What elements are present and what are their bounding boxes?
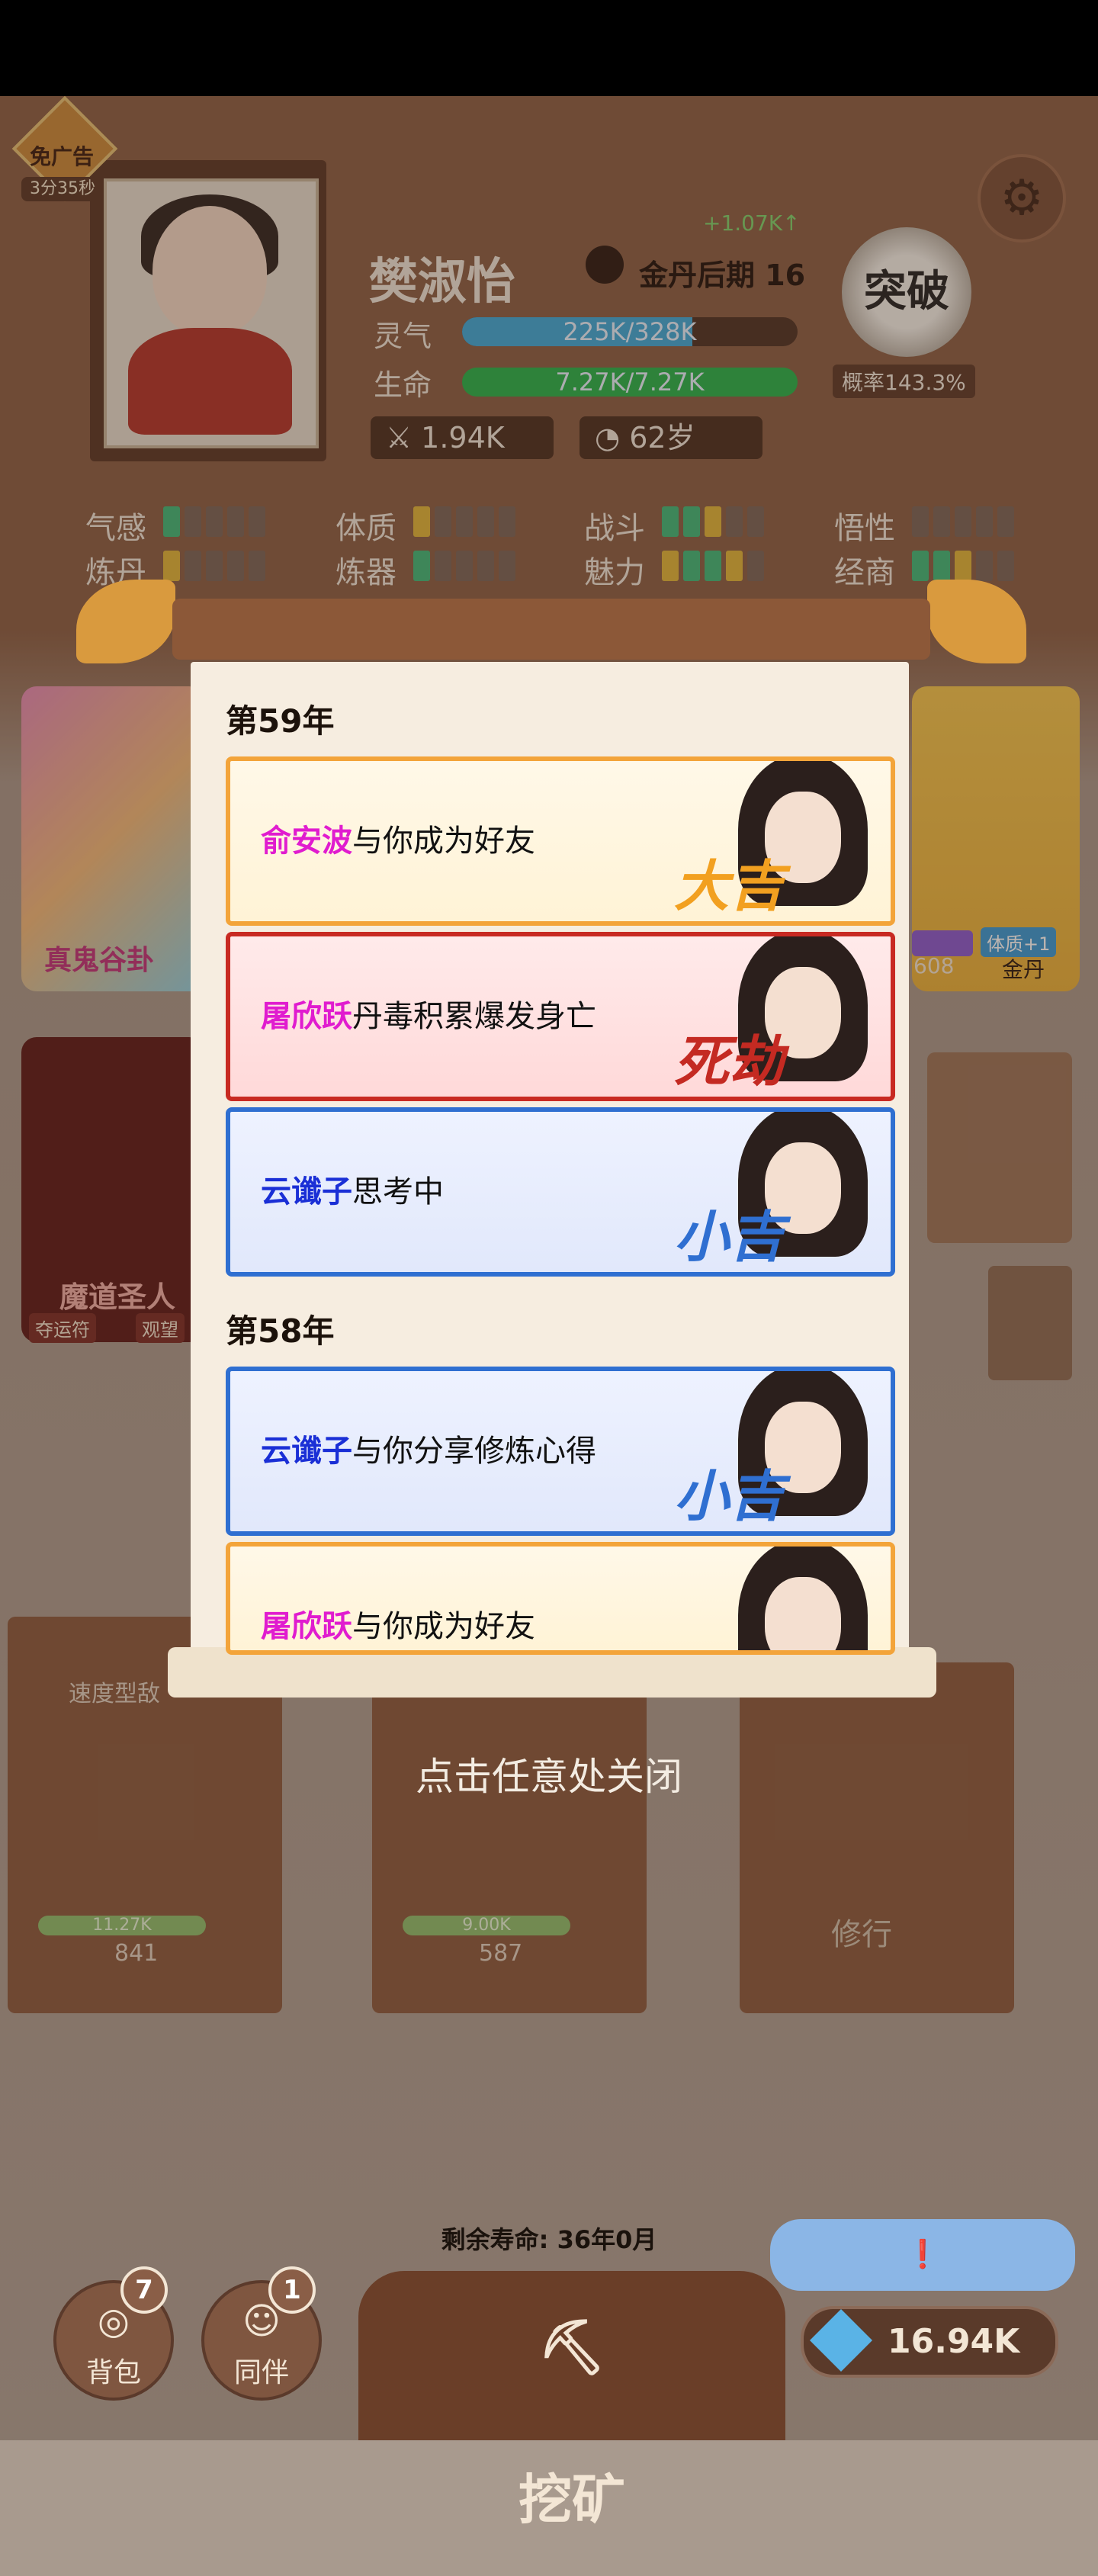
event-description: 与你成为好友 — [352, 824, 535, 859]
event-text: 云谶子与你分享修炼心得 — [261, 1371, 596, 1531]
event-card[interactable]: 云谶子思考中小吉 — [226, 1107, 895, 1277]
gem-currency[interactable]: 16.94K — [801, 2306, 1058, 2378]
close-hint[interactable]: 点击任意处关闭 — [0, 1746, 1098, 1801]
scroll-rod-top — [172, 599, 930, 660]
secret-realm-button[interactable]: ❗奇缘秘境 — [770, 2219, 1075, 2342]
event-description: 丹毒积累爆发身亡 — [352, 999, 596, 1034]
mine-label: 挖矿 — [518, 2468, 625, 2531]
event-card[interactable]: 屠欣跃丹毒积累爆发身亡死劫 — [226, 932, 895, 1101]
event-card[interactable]: 云谶子与你分享修炼心得小吉 — [226, 1367, 895, 1536]
gem-icon — [809, 2308, 873, 2372]
event-description: 与你分享修炼心得 — [352, 1434, 596, 1469]
year-heading: 第58年 — [226, 1312, 335, 1350]
event-card[interactable]: 屠欣跃与你成为好友 — [226, 1542, 895, 1655]
event-text: 屠欣跃与你成为好友 — [261, 1547, 535, 1650]
event-person-name[interactable]: 屠欣跃 — [261, 999, 352, 1034]
event-card[interactable]: 俞安波与你成为好友大吉 — [226, 756, 895, 926]
fortune-stamp: 大吉 — [673, 854, 784, 918]
event-text: 云谶子思考中 — [261, 1112, 444, 1272]
fortune-stamp: 小吉 — [673, 1205, 784, 1269]
fortune-stamp: 死劫 — [673, 1029, 784, 1094]
event-character-avatar — [723, 1547, 891, 1650]
status-bar — [0, 0, 1098, 96]
pickaxe-icon: ⛏ — [538, 2316, 606, 2378]
event-person-name[interactable]: 屠欣跃 — [261, 1609, 352, 1644]
event-description: 思考中 — [352, 1174, 444, 1209]
event-person-name[interactable]: 云谶子 — [261, 1174, 352, 1209]
fortune-stamp: 小吉 — [673, 1464, 784, 1528]
bag-label: 背包 — [85, 2357, 141, 2388]
event-person-name[interactable]: 云谶子 — [261, 1434, 352, 1469]
event-person-name[interactable]: 俞安波 — [261, 824, 352, 859]
companion-label: 同伴 — [233, 2357, 289, 2388]
mine-button[interactable]: ⛏ 挖矿 — [358, 2271, 785, 2531]
event-text: 俞安波与你成为好友 — [261, 761, 535, 921]
avatar-face — [765, 1577, 841, 1650]
gem-value: 16.94K — [888, 2322, 1020, 2361]
event-description: 与你成为好友 — [352, 1609, 535, 1644]
alert-icon: ❗ — [905, 2239, 940, 2270]
companion-count-badge: 1 — [268, 2266, 316, 2314]
bag-count-badge: 7 — [120, 2266, 168, 2314]
event-text: 屠欣跃丹毒积累爆发身亡 — [261, 936, 596, 1097]
year-heading: 第59年 — [226, 702, 335, 740]
